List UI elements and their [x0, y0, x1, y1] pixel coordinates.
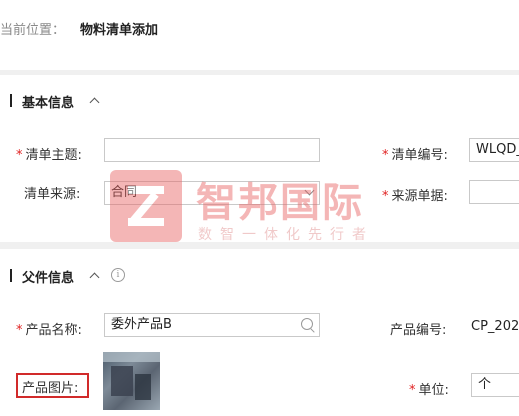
product-name-input[interactable]: 委外产品B — [104, 313, 320, 337]
parent-info-title: 父件信息 — [10, 267, 74, 286]
code-input[interactable]: WLQD_ — [469, 138, 519, 162]
source-doc-input[interactable] — [469, 180, 519, 204]
subject-input[interactable] — [104, 138, 320, 162]
breadcrumb: 当前位置： 物料清单添加 — [0, 0, 519, 70]
page-title: 物料清单添加 — [80, 23, 159, 38]
unit-select[interactable]: 个 — [471, 373, 519, 397]
search-icon[interactable] — [301, 318, 313, 330]
source-label: 清单来源: — [24, 187, 81, 202]
product-image-thumbnail[interactable] — [103, 352, 160, 410]
source-select[interactable]: 合同 — [104, 181, 320, 205]
subject-label: * 清单主题: — [16, 148, 82, 163]
product-code-value: CP_202 — [471, 319, 519, 334]
product-name-label: * 产品名称: — [16, 323, 82, 338]
product-image-label: 产品图片: — [22, 381, 79, 396]
breadcrumb-prefix: 当前位置： — [0, 23, 66, 38]
source-doc-label: * 来源单据: — [382, 189, 448, 204]
unit-label: * 单位: — [409, 383, 449, 398]
basic-info-title: 基本信息 — [10, 92, 74, 111]
product-code-label: 产品编号: — [390, 323, 447, 338]
info-icon[interactable]: i — [111, 268, 125, 282]
code-label: * 清单编号: — [382, 148, 448, 163]
